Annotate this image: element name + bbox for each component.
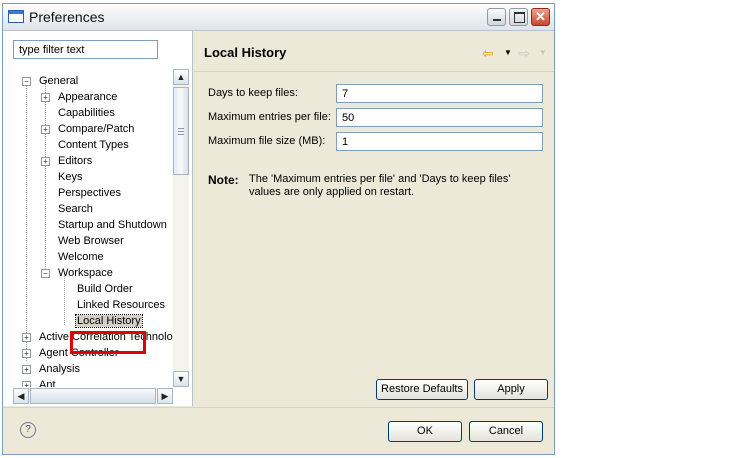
chevron-down-icon: ▼ [176,374,186,384]
apply-button[interactable]: Apply [474,379,548,400]
window-icon [8,10,24,23]
ok-button[interactable]: OK [388,421,462,442]
scroll-right-button[interactable]: ▶ [157,388,173,404]
minimize-button[interactable] [487,8,506,26]
back-menu-chevron-icon[interactable]: ▼ [504,48,512,57]
max-entries-field[interactable] [336,108,543,127]
tree-item-startup-and-shutdown[interactable]: Startup and Shutdown [58,217,167,233]
maximize-icon [514,12,525,23]
back-arrow-icon[interactable]: ⇦ [482,45,494,62]
preferences-window: Preferences ✕ −General +Appearance Capab… [2,3,555,455]
filter-input[interactable] [13,40,158,59]
tree-item-keys[interactable]: Keys [58,169,82,185]
title-bar[interactable]: Preferences ✕ [3,4,554,31]
maximize-button[interactable] [509,8,528,26]
forward-menu-chevron-icon: ▼ [539,48,547,57]
scroll-left-button[interactable]: ◀ [13,388,29,404]
tree-item-label: Workspace [58,267,113,279]
collapse-icon[interactable]: − [22,77,31,86]
window-title: Preferences [29,9,105,25]
tree-vertical-scrollbar[interactable]: ▲ ▼ [173,69,189,387]
horizontal-scroll-thumb[interactable] [30,388,156,404]
scroll-up-button[interactable]: ▲ [173,69,189,85]
expand-icon[interactable]: + [22,333,31,342]
scroll-down-button[interactable]: ▼ [173,371,189,387]
scroll-thumb[interactable] [173,87,189,175]
chevron-up-icon: ▲ [176,72,186,82]
tree-connector [26,81,27,361]
expand-icon[interactable]: + [41,93,50,102]
tree-item-capabilities[interactable]: Capabilities [58,105,115,121]
help-icon[interactable]: ? [20,422,36,438]
tree-item-search[interactable]: Search [58,201,93,217]
forward-arrow-icon: ⇨ [518,45,530,61]
restore-defaults-button[interactable]: Restore Defaults [376,379,468,400]
days-to-keep-label: Days to keep files: [208,87,298,99]
max-entries-label: Maximum entries per file: [208,111,331,123]
collapse-icon[interactable]: − [41,269,50,278]
days-to-keep-field[interactable] [336,84,543,103]
max-file-size-label: Maximum file size (MB): [208,135,326,147]
close-button[interactable]: ✕ [531,8,550,26]
grip-line [178,134,184,135]
note-label: Note: [208,173,239,187]
grip-line [178,131,184,132]
tree-item-build-order[interactable]: Build Order [77,281,133,297]
tree-item-label: Compare/Patch [58,123,135,135]
tree-item-label: Ant [39,379,56,387]
cancel-button[interactable]: Cancel [469,421,543,442]
max-file-size-field[interactable] [336,132,543,151]
minimize-icon [493,19,501,21]
chevron-left-icon: ◀ [17,391,25,401]
note-text: The 'Maximum entries per file' and 'Days… [249,173,511,198]
title-separator [193,71,554,72]
tree-item-content-types[interactable]: Content Types [58,137,129,153]
expand-icon[interactable]: + [22,349,31,358]
expand-icon[interactable]: + [41,157,50,166]
expand-icon[interactable]: + [22,381,31,387]
tree-item-label: Local History [75,314,143,328]
tree-connector [45,81,46,273]
preference-tree-panel: −General +Appearance Capabilities +Compa… [3,31,193,406]
tree-item-label: General [39,75,79,87]
grip-line [178,128,184,129]
dialog-footer: ? OK Cancel [3,407,554,455]
tree-item-linked-resources[interactable]: Linked Resources [77,297,165,313]
tree-item-welcome[interactable]: Welcome [58,249,104,265]
tree-item-local-history[interactable]: Local History [75,313,143,329]
highlight-box [70,331,146,354]
tree-item-label: Appearance [58,91,118,103]
expand-icon[interactable]: + [22,365,31,374]
tree-item-label: Editors [58,155,93,167]
tree-item-web-browser[interactable]: Web Browser [58,233,124,249]
page-title: Local History [204,45,287,60]
chevron-right-icon: ▶ [161,391,169,401]
close-icon: ✕ [535,9,546,24]
tree-item-perspectives[interactable]: Perspectives [58,185,121,201]
tree-horizontal-scrollbar[interactable]: ◀ ▶ [13,388,173,404]
tree-item-label: Analysis [39,363,80,375]
expand-icon[interactable]: + [41,125,50,134]
preference-page: Local History ⇦ ▼ ⇨ ▼ Days to keep files… [193,31,554,406]
